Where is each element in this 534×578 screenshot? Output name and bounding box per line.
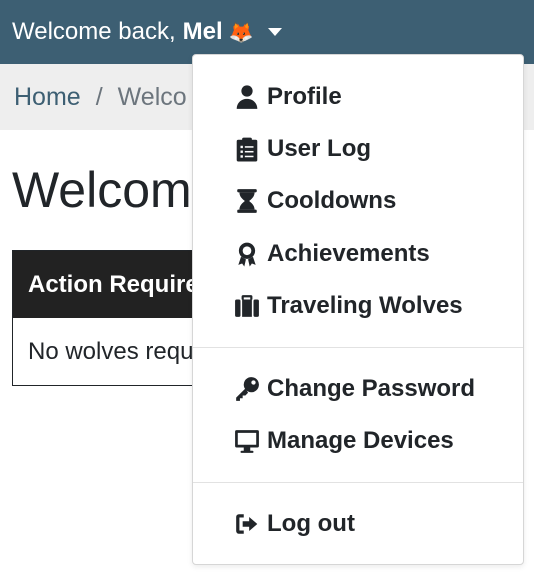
award-icon — [233, 240, 261, 268]
page-title: Welcom — [12, 162, 192, 218]
sign-out-icon — [233, 510, 261, 538]
menu-item-label: Cooldowns — [267, 187, 397, 214]
breadcrumb-home-link[interactable]: Home — [14, 83, 81, 112]
menu-item-label: Manage Devices — [267, 427, 454, 454]
key-icon — [233, 375, 261, 403]
menu-item-traveling-wolves[interactable]: Traveling Wolves — [193, 281, 523, 331]
user-menu-toggle[interactable]: Welcome back, Mel 🦊 — [12, 18, 282, 46]
menu-divider — [193, 347, 523, 348]
user-name: Mel — [182, 18, 223, 45]
menu-item-user-log[interactable]: User Log — [193, 124, 523, 174]
menu-item-achievements[interactable]: Achievements — [193, 229, 523, 279]
menu-item-label: Log out — [267, 510, 355, 537]
menu-item-label: User Log — [267, 135, 372, 162]
hourglass-icon — [233, 187, 261, 215]
user-dropdown-menu: Profile User Log Cooldowns Achievements … — [192, 54, 524, 565]
caret-down-icon — [267, 28, 282, 36]
breadcrumb-separator: / — [95, 82, 103, 111]
menu-item-change-password[interactable]: Change Password — [193, 364, 523, 414]
suitcase-icon — [233, 292, 261, 320]
menu-item-label: Change Password — [267, 375, 476, 402]
menu-item-manage-devices[interactable]: Manage Devices — [193, 416, 523, 466]
menu-item-profile[interactable]: Profile — [193, 72, 523, 122]
menu-item-log-out[interactable]: Log out — [193, 499, 523, 549]
user-avatar-emoji: 🦊 — [228, 21, 254, 44]
clipboard-list-icon — [233, 135, 261, 163]
breadcrumb-current: Welco — [117, 82, 187, 111]
menu-item-label: Achievements — [267, 240, 430, 267]
welcome-text: Welcome back, — [12, 18, 176, 45]
user-icon — [233, 83, 261, 111]
menu-item-label: Profile — [267, 83, 342, 110]
menu-item-cooldowns[interactable]: Cooldowns — [193, 176, 523, 226]
menu-divider — [193, 482, 523, 483]
menu-item-label: Traveling Wolves — [267, 292, 463, 319]
desktop-icon — [233, 427, 261, 455]
